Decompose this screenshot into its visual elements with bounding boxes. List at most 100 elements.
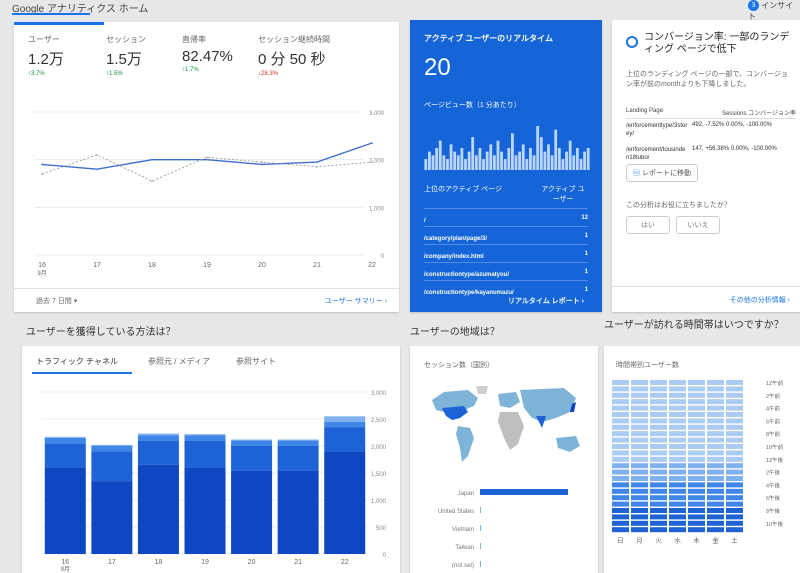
heatmap-cell xyxy=(612,405,629,411)
x-tick-label: 18 xyxy=(155,559,163,566)
heatmap-cell xyxy=(688,495,705,501)
pageview-bar xyxy=(446,159,449,170)
data-point xyxy=(261,163,263,166)
country-bar-chart: Japan United States Vietnam Taiwan (not set) xyxy=(438,489,568,569)
pageview-bar xyxy=(424,159,428,170)
pageview-bar xyxy=(583,151,586,170)
heatmap-cell xyxy=(612,495,629,501)
bar-segment xyxy=(277,440,319,446)
y-tick-label: 1,500 xyxy=(371,472,387,478)
metric-tab-session-duration[interactable]: セッション継続時間 0 分 50 秒 ↓28.3% xyxy=(258,34,378,77)
heatmap-cell xyxy=(707,520,724,526)
heatmap-cell xyxy=(650,431,667,437)
metric-tab-sessions[interactable]: セッション 1.5万 ↑1.5% xyxy=(106,34,178,77)
heatmap-cell xyxy=(631,392,648,398)
hour-label: 12午前 xyxy=(766,379,784,387)
tab-source-medium[interactable]: 参照元 / メディア xyxy=(148,356,210,367)
heatmap-cell xyxy=(688,488,705,494)
metric-tab-bounce-rate[interactable]: 直帰率 82.47% ↑1.7% xyxy=(182,34,254,73)
heatmap-cell xyxy=(688,456,705,462)
heatmap-cell xyxy=(612,418,629,424)
metric-change: ↑3.7% xyxy=(28,71,45,77)
heatmap-cell xyxy=(631,456,648,462)
feedback-no-button[interactable]: いいえ xyxy=(676,216,720,234)
pageview-bar xyxy=(456,155,460,170)
heatmap-cell xyxy=(612,488,629,494)
bar-segment xyxy=(44,467,86,554)
heatmap-cell xyxy=(650,437,667,443)
y-tick-label: 3,000 xyxy=(369,111,385,117)
x-tick-label: 16 xyxy=(61,559,69,566)
tab-referrals[interactable]: 参照サイト xyxy=(236,356,276,367)
heatmap-cell xyxy=(669,431,686,437)
heatmap-cell xyxy=(669,444,686,449)
heatmap-cell xyxy=(669,469,686,475)
bar-segment xyxy=(277,470,319,554)
weekday-label: 水 xyxy=(674,536,681,545)
heatmap-cell xyxy=(726,476,743,481)
heatmap-cell xyxy=(726,405,743,411)
bar-segment xyxy=(231,440,273,446)
realtime-report-link[interactable]: リアルタイム レポート › xyxy=(508,296,584,306)
date-range-dropdown[interactable]: 過去 7 日間 ▾ xyxy=(36,296,77,306)
heatmap-cell xyxy=(631,501,648,507)
map-australia xyxy=(556,436,580,452)
heatmap-cell xyxy=(688,520,705,526)
metric-label: ユーザー xyxy=(28,35,60,44)
heatmap-cell xyxy=(631,450,648,456)
more-insights-link[interactable]: その他の分析情報 › xyxy=(730,295,790,305)
heatmap-cell xyxy=(669,405,686,411)
country-bar xyxy=(480,561,481,567)
heatmap-cell xyxy=(707,482,724,488)
bar-segment xyxy=(324,416,366,422)
col-head-sessions: Sessions コンバージョン率 xyxy=(722,111,796,117)
bar-segment xyxy=(231,446,273,471)
heatmap-cell xyxy=(726,495,743,501)
pageview-bar xyxy=(557,148,561,170)
y-tick-label: 2,000 xyxy=(371,445,387,451)
pageview-bar xyxy=(482,159,485,170)
heatmap-cell xyxy=(688,399,705,405)
pageview-bar xyxy=(511,133,514,170)
table-row[interactable]: /constructiontype/azumatyou/1 xyxy=(424,262,588,280)
metric-label: 直帰率 xyxy=(182,35,206,44)
x-tick-label: 19 xyxy=(203,262,211,269)
heatmap-cell xyxy=(612,482,629,488)
country-bar xyxy=(480,507,481,513)
heatmap-cell xyxy=(612,520,629,526)
heatmap-cell xyxy=(726,488,743,494)
pageview-bar xyxy=(449,144,453,170)
heatmap-cell xyxy=(612,392,629,398)
bar-segment xyxy=(91,481,133,554)
page-path: / xyxy=(424,218,426,224)
heatmap-cell xyxy=(631,412,648,417)
heatmap-cell xyxy=(650,399,667,405)
bar-segment xyxy=(277,439,319,441)
table-row[interactable]: /enforcementtype/3storey/ 492, -7.52% 0.… xyxy=(626,122,796,146)
metric-tab-users[interactable]: ユーザー 1.2万 ↑3.7% xyxy=(28,34,100,77)
weekday-label: 土 xyxy=(731,536,738,545)
heatmap-cell xyxy=(688,405,705,411)
pageview-bar xyxy=(453,151,457,170)
hour-label: 4午前 xyxy=(766,405,781,413)
go-to-report-button[interactable]: ▤ レポートに移動 xyxy=(626,164,698,182)
user-summary-label: ユーザー サマリー xyxy=(324,298,383,305)
heatmap-cell xyxy=(669,476,686,481)
feedback-yes-button[interactable]: はい xyxy=(626,216,670,234)
table-row[interactable]: /company/index.html 1 xyxy=(424,244,588,262)
metric-value: 1.5万 xyxy=(106,51,142,68)
col-head-page: 上位のアクティブ ページ xyxy=(424,186,503,193)
pageview-bar xyxy=(474,155,478,170)
heatmap-cell xyxy=(707,488,724,494)
tab-traffic-channel[interactable]: トラフィック チャネル xyxy=(36,356,118,367)
acquisition-heading: ユーザーを獲得している方法は？ xyxy=(26,327,176,338)
heatmap-cell xyxy=(669,424,686,430)
bar-segment xyxy=(44,443,86,468)
user-summary-link[interactable]: ユーザー サマリー › xyxy=(325,296,387,306)
table-row[interactable]: /category/plan/page/3/1 xyxy=(424,226,588,244)
heatmap-cell xyxy=(650,508,667,513)
pageview-bar xyxy=(565,151,568,170)
landing-values: 147, +56.38% 0.00%, -100.00% xyxy=(692,146,777,152)
bar-segment xyxy=(91,451,133,482)
table-row[interactable]: / 12 xyxy=(424,208,588,226)
